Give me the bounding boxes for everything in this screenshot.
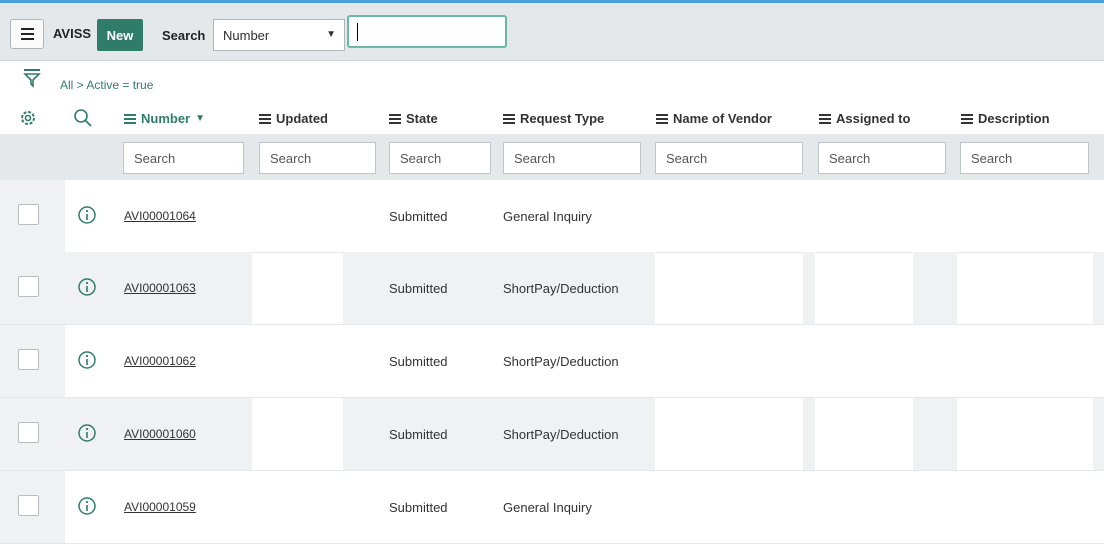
column-label: Number — [141, 111, 191, 126]
row-checkbox[interactable] — [18, 276, 39, 297]
table-row[interactable]: AVI00001060 Submitted ShortPay/Deduction — [0, 398, 1104, 471]
request-type-cell: General Inquiry — [503, 500, 592, 515]
row-checkbox[interactable] — [18, 204, 39, 225]
record-number-link[interactable]: AVI00001059 — [124, 500, 196, 514]
sort-desc-icon: ▼ — [195, 113, 206, 124]
search-field-value: Number — [223, 27, 270, 43]
request-type-cell: General Inquiry — [503, 209, 592, 224]
column-menu-icon[interactable] — [124, 113, 136, 124]
column-menu-icon[interactable] — [819, 113, 831, 124]
breadcrumb[interactable]: All > Active = true — [60, 78, 153, 92]
record-number-link[interactable]: AVI00001060 — [124, 427, 196, 441]
column-menu-icon[interactable] — [259, 113, 271, 124]
search-input[interactable] — [347, 15, 507, 48]
record-number-link[interactable]: AVI00001062 — [124, 354, 196, 368]
gear-icon[interactable] — [18, 108, 38, 128]
column-header-updated[interactable]: Updated — [259, 111, 328, 126]
table-row[interactable]: AVI00001063 Submitted ShortPay/Deduction — [0, 252, 1104, 325]
column-label: Updated — [276, 111, 328, 126]
record-number-link[interactable]: AVI00001064 — [124, 209, 196, 223]
column-header-description[interactable]: Description — [961, 111, 1050, 126]
row-checkbox[interactable] — [18, 495, 39, 516]
column-header-name-of-vendor[interactable]: Name of Vendor — [656, 111, 772, 126]
state-search-input[interactable] — [389, 142, 491, 174]
assigned-to-search-input[interactable] — [818, 142, 946, 174]
state-cell: Submitted — [389, 209, 448, 224]
filter-icon[interactable] — [23, 68, 41, 88]
info-icon[interactable] — [77, 423, 97, 443]
state-cell: Submitted — [389, 427, 448, 442]
column-menu-icon[interactable] — [656, 113, 668, 124]
new-button[interactable]: New — [97, 19, 143, 51]
number-search-input[interactable] — [123, 142, 244, 174]
info-icon[interactable] — [77, 277, 97, 297]
column-menu-icon[interactable] — [503, 113, 515, 124]
column-label: Request Type — [520, 111, 605, 126]
state-cell: Submitted — [389, 281, 448, 296]
table-row[interactable]: AVI00001062 Submitted ShortPay/Deduction — [0, 325, 1104, 398]
table-row[interactable]: AVI00001059 Submitted General Inquiry — [0, 471, 1104, 544]
record-number-link[interactable]: AVI00001063 — [124, 281, 196, 295]
request-type-cell: ShortPay/Deduction — [503, 281, 619, 296]
row-checkbox[interactable] — [18, 349, 39, 370]
info-icon[interactable] — [77, 496, 97, 516]
state-cell: Submitted — [389, 500, 448, 515]
column-label: Description — [978, 111, 1050, 126]
description-search-input[interactable] — [960, 142, 1089, 174]
column-header-number[interactable]: Number ▼ — [124, 111, 205, 126]
search-label: Search — [162, 28, 206, 43]
column-header-assigned-to[interactable]: Assigned to — [819, 111, 910, 126]
list-toolbar: AVISS New Search Number ▼ — [0, 3, 1104, 61]
list-title: AVISS — [53, 26, 92, 41]
dropdown-caret-icon: ▼ — [326, 29, 336, 40]
updated-search-input[interactable] — [259, 142, 376, 174]
column-search-row — [0, 134, 1104, 180]
vendor-search-input[interactable] — [655, 142, 803, 174]
column-label: State — [406, 111, 438, 126]
hamburger-icon — [20, 28, 34, 40]
request-type-cell: ShortPay/Deduction — [503, 354, 619, 369]
info-icon[interactable] — [77, 205, 97, 225]
request-type-cell: ShortPay/Deduction — [503, 427, 619, 442]
column-label: Name of Vendor — [673, 111, 772, 126]
hamburger-menu-button[interactable] — [10, 19, 44, 49]
column-label: Assigned to — [836, 111, 911, 126]
state-cell: Submitted — [389, 354, 448, 369]
column-header-state[interactable]: State — [389, 111, 438, 126]
column-menu-icon[interactable] — [389, 113, 401, 124]
column-menu-icon[interactable] — [961, 113, 973, 124]
row-checkbox[interactable] — [18, 422, 39, 443]
search-icon[interactable] — [73, 108, 93, 128]
search-field-select[interactable]: Number ▼ — [213, 19, 345, 51]
text-cursor — [357, 23, 358, 41]
table-row[interactable]: AVI00001064 Submitted General Inquiry — [0, 180, 1104, 253]
column-header-request-type[interactable]: Request Type — [503, 111, 604, 126]
info-icon[interactable] — [77, 350, 97, 370]
request-type-search-input[interactable] — [503, 142, 641, 174]
